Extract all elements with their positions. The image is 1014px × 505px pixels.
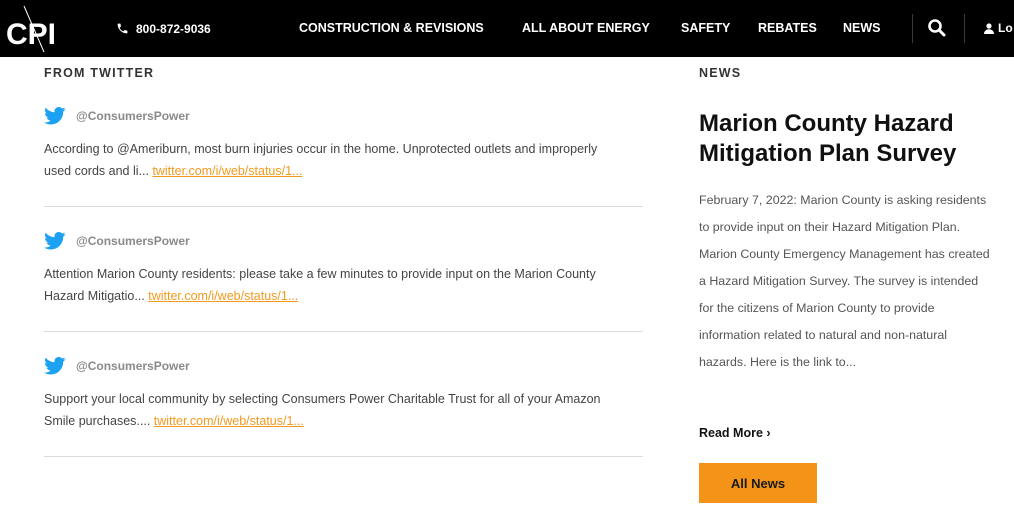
nav-divider <box>912 14 913 43</box>
cpi-logo[interactable]: CPI <box>4 4 66 54</box>
news-article-summary: February 7, 2022: Marion County is askin… <box>699 193 990 369</box>
tweet-text: According to @Ameriburn, most burn injur… <box>44 138 614 182</box>
tweet-divider <box>44 456 643 457</box>
tweet-author[interactable]: @ConsumersPower <box>44 232 190 250</box>
tweet-link[interactable]: twitter.com/i/web/status/1... <box>148 289 298 303</box>
tweet-link[interactable]: twitter.com/i/web/status/1... <box>154 414 304 428</box>
login-label: Lo <box>998 21 1013 35</box>
tweet-link[interactable]: twitter.com/i/web/status/1... <box>152 164 302 178</box>
read-more-link[interactable]: Read More › <box>699 426 771 440</box>
top-nav-bar: CPI 800-872-9036 CONSTRUCTION & REVISION… <box>0 0 1014 57</box>
tweet-body: Attention Marion County residents: pleas… <box>44 267 596 303</box>
tweet-divider <box>44 331 643 332</box>
tweet-body: According to @Ameriburn, most burn injur… <box>44 142 598 178</box>
search-icon[interactable] <box>927 18 947 38</box>
nav-news[interactable]: NEWS <box>843 0 881 57</box>
logo-mark: CPI <box>6 5 56 53</box>
twitter-bird-icon <box>44 357 66 375</box>
nav-construction-revisions[interactable]: CONSTRUCTION & REVISIONS <box>299 0 484 57</box>
login-link[interactable]: Lo <box>984 0 1013 57</box>
tweet-author[interactable]: @ConsumersPower <box>44 357 190 375</box>
tweet-text: Support your local community by selectin… <box>44 388 614 432</box>
news-article-title[interactable]: Marion County Hazard Mitigation Plan Sur… <box>699 109 999 169</box>
logo-text: CPI <box>6 18 56 51</box>
tweet-author[interactable]: @ConsumersPower <box>44 107 190 125</box>
phone-icon <box>117 23 128 34</box>
all-news-button[interactable]: All News <box>699 463 817 503</box>
user-icon <box>984 23 994 34</box>
tweet-text: Attention Marion County residents: pleas… <box>44 263 614 307</box>
twitter-heading: FROM TWITTER <box>44 66 155 80</box>
nav-safety[interactable]: SAFETY <box>681 0 730 57</box>
news-heading: NEWS <box>699 66 742 80</box>
tweet-handle: @ConsumersPower <box>76 359 190 373</box>
twitter-bird-icon <box>44 232 66 250</box>
nav-rebates[interactable]: REBATES <box>758 0 817 57</box>
twitter-bird-icon <box>44 107 66 125</box>
phone-link[interactable]: 800-872-9036 <box>116 0 211 57</box>
tweet-handle: @ConsumersPower <box>76 234 190 248</box>
tweet-body: Support your local community by selectin… <box>44 392 601 428</box>
nav-all-about-energy[interactable]: ALL ABOUT ENERGY <box>522 0 650 57</box>
tweet-divider <box>44 206 643 207</box>
phone-number: 800-872-9036 <box>136 21 211 36</box>
nav-divider <box>964 14 965 43</box>
tweet-handle: @ConsumersPower <box>76 109 190 123</box>
